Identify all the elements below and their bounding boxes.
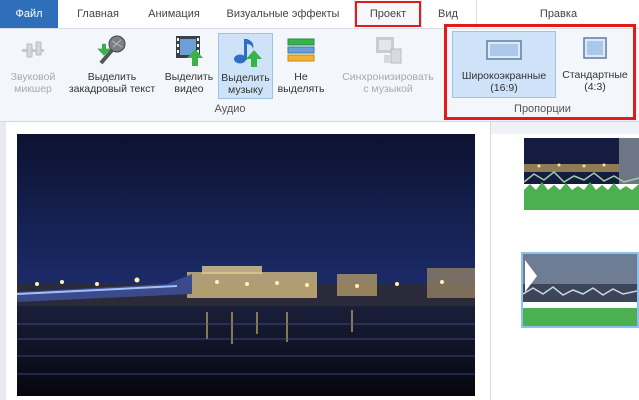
tab-project[interactable]: Проект xyxy=(354,0,422,28)
clip-1-thumbnail xyxy=(524,138,639,210)
equal-bars-icon xyxy=(284,33,318,67)
no-emphasis-label-2: выделять xyxy=(277,83,325,95)
sound-mixer-label-2: микшер xyxy=(14,83,52,95)
highlight-voiceover-label-1: Выделить xyxy=(87,71,137,83)
highlight-music-label-2: музыку xyxy=(228,84,263,96)
storyboard-clip-1[interactable] xyxy=(524,138,639,210)
no-emphasis-label-1: Не xyxy=(294,71,308,83)
sync-music-label-1: Синхронизировать xyxy=(342,71,434,83)
audio-group-label: Аудио xyxy=(214,103,246,115)
video-preview xyxy=(17,134,475,396)
clip-2-thumbnail xyxy=(523,254,637,326)
sound-mixer-label-1: Звуковой xyxy=(10,71,56,83)
storyboard-header xyxy=(491,122,639,134)
sound-mixer-button[interactable]: Звуковой микшер xyxy=(2,33,64,99)
highlight-video-label-1: Выделить xyxy=(164,71,214,83)
highlight-voiceover-button[interactable]: Выделить закадровый текст xyxy=(64,33,160,99)
tab-file[interactable]: Файл xyxy=(0,0,58,28)
highlight-video-label-2: видео xyxy=(174,83,204,95)
sync-icon xyxy=(371,33,405,67)
highlight-music-button[interactable]: Выделить музыку xyxy=(218,33,273,99)
mixer-icon xyxy=(16,33,50,67)
sync-music-button[interactable]: Синхронизировать с музыкой xyxy=(332,33,444,99)
tab-visual-effects[interactable]: Визуальные эффекты xyxy=(222,0,344,28)
night-city-image xyxy=(17,134,475,396)
sync-music-label-2: с музыкой xyxy=(363,83,413,95)
aspect-highlight-frame xyxy=(444,24,636,120)
no-emphasis-button[interactable]: Не выделять xyxy=(274,33,328,99)
film-icon xyxy=(172,33,206,67)
microphone-icon xyxy=(95,33,129,67)
tab-home[interactable]: Главная xyxy=(70,0,126,28)
tab-animation[interactable]: Анимация xyxy=(136,0,212,28)
highlight-video-button[interactable]: Выделить видео xyxy=(161,33,217,99)
music-note-icon xyxy=(229,34,263,68)
highlight-voiceover-label-2: закадровый текст xyxy=(68,83,156,95)
storyboard-clip-2[interactable] xyxy=(521,252,639,328)
highlight-music-label-1: Выделить xyxy=(221,72,270,84)
